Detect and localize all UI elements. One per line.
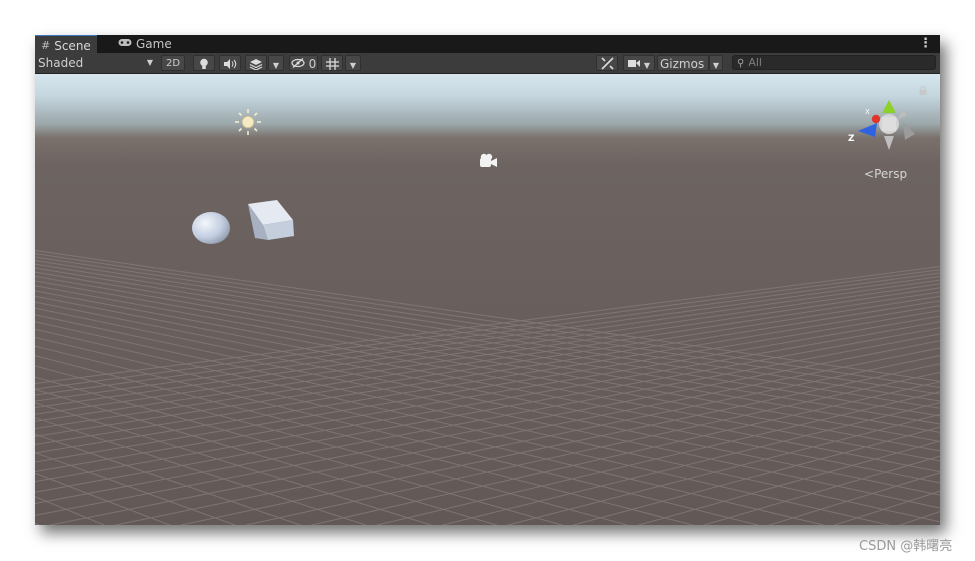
effects-toggle-button[interactable] (245, 55, 267, 71)
search-placeholder: All (748, 56, 762, 69)
effects-dropdown[interactable]: ▼ (268, 55, 284, 71)
sphere-object[interactable] (192, 212, 230, 244)
layers-icon (249, 59, 263, 73)
camera-settings-dropdown[interactable]: ▼ (623, 55, 655, 71)
watermark: CSDN @韩曙亮 (859, 539, 953, 554)
eye-slash-icon (291, 57, 309, 71)
tools-button[interactable] (596, 55, 618, 71)
gizmo-z-label: Z (848, 134, 855, 144)
scene-toolbar: Shaded ▼ 2D ▼ 0 ▼ ▼ Gizmos ▼ ⚲ All (35, 53, 940, 74)
scene-viewport[interactable]: X Z <Persp (35, 74, 940, 525)
camera-icon (628, 57, 644, 71)
tab-game-label: Game (136, 37, 172, 51)
grid-line (35, 496, 106, 525)
grid-line (35, 365, 630, 525)
grid-line (309, 381, 940, 525)
grid-dropdown[interactable]: ▼ (345, 55, 361, 71)
gizmos-button[interactable]: Gizmos (657, 55, 709, 71)
shading-mode-dropdown[interactable]: Shaded ▼ (37, 55, 155, 71)
gamepad-icon (118, 35, 132, 53)
chevron-down-icon: ▼ (349, 61, 357, 70)
gizmos-dropdown[interactable]: ▼ (709, 55, 723, 71)
search-icon: ⚲ (737, 58, 745, 69)
directional-light-icon[interactable] (235, 109, 261, 135)
chevron-down-icon: ▼ (643, 61, 650, 70)
tab-scene-label: Scene (54, 38, 91, 53)
projection-toggle[interactable]: <Persp (864, 167, 907, 181)
chevron-down-icon: ▼ (146, 58, 153, 67)
audio-toggle-button[interactable] (219, 55, 241, 71)
grid-line (35, 433, 302, 525)
scene-canvas[interactable]: X Z (35, 74, 940, 525)
speaker-icon (223, 58, 237, 72)
camera-gizmo-icon[interactable] (480, 153, 497, 167)
scene-view-window: # Scene Game ⋮ Shaded ▼ 2D ▼ 0 ▼ ▼ Gizmo… (35, 35, 940, 525)
chevron-down-icon: ▼ (712, 61, 720, 70)
grid-toggle-button[interactable] (321, 55, 343, 71)
perspective-icon: < (864, 167, 875, 181)
scene-search-input[interactable]: ⚲ All (732, 55, 936, 70)
cube-object[interactable] (248, 200, 294, 240)
projection-label: Persp (874, 167, 908, 181)
lightbulb-icon (199, 58, 209, 73)
hidden-count: 0 (308, 57, 317, 71)
orientation-gizmo[interactable]: X Z (848, 100, 915, 150)
gizmo-x-label: X (865, 108, 870, 116)
grid-line (178, 363, 940, 525)
tab-bar: # Scene Game ⋮ (35, 35, 940, 55)
tools-icon (600, 57, 614, 73)
shading-mode-label: Shaded (38, 56, 84, 70)
ground-grid (35, 249, 940, 525)
grid-snap-icon (325, 58, 339, 73)
tab-game[interactable]: Game (112, 35, 178, 53)
chevron-down-icon: ▼ (272, 61, 280, 70)
more-options-icon[interactable]: ⋮ (919, 35, 932, 53)
tab-scene[interactable]: # Scene (35, 35, 97, 55)
grid-icon: # (41, 38, 51, 52)
lighting-toggle-button[interactable] (193, 55, 215, 71)
hidden-objects-toggle[interactable]: 0 (289, 55, 318, 71)
toggle-2d-button[interactable]: 2D (161, 55, 185, 71)
